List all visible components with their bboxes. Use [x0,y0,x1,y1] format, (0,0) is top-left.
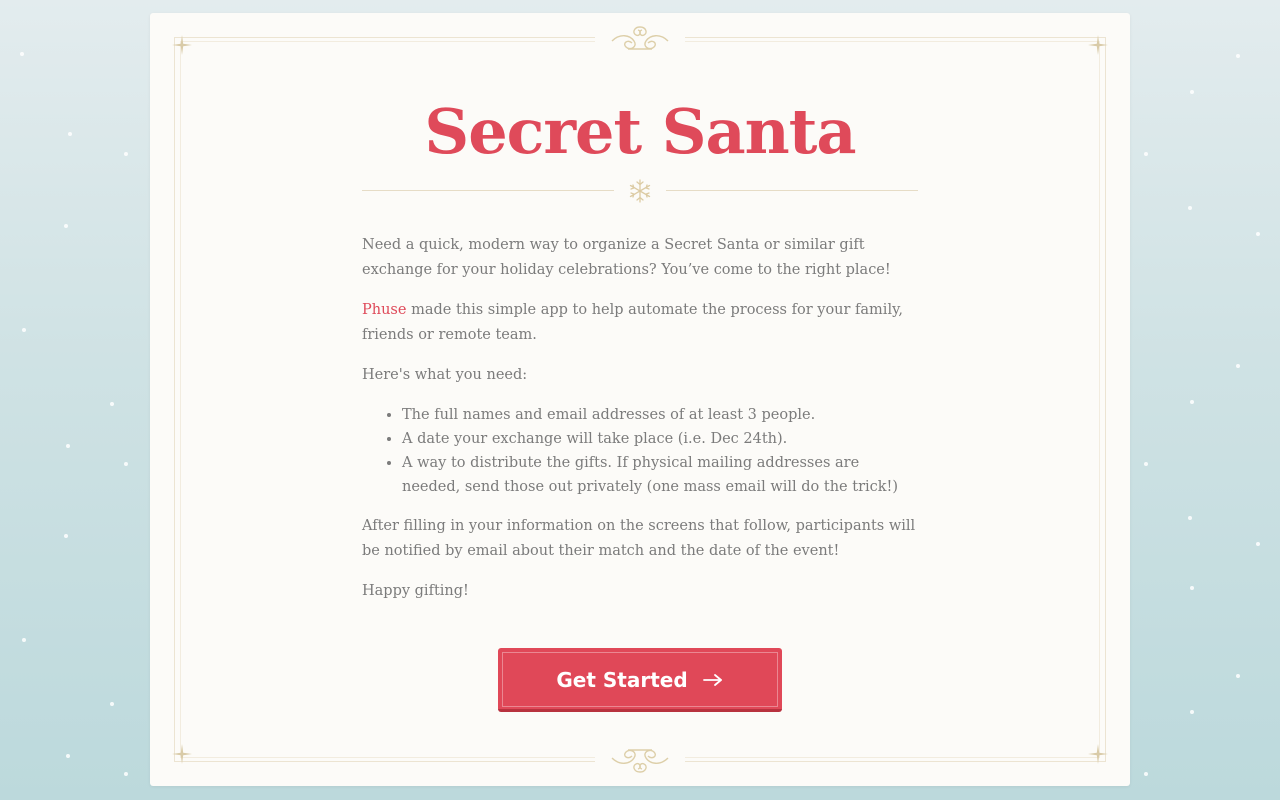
snow-dot [1256,542,1260,546]
snow-dot [124,152,128,156]
phuse-link[interactable]: Phuse [362,302,406,318]
snow-dot [1236,674,1240,678]
list-item: A date your exchange will take place (i.… [402,427,918,451]
star-corner-icon [172,744,192,764]
snowflake-icon [629,179,651,203]
intro-content: Need a quick, modern way to organize a S… [362,233,918,619]
snow-dot [1144,152,1148,156]
list-item: The full names and email addresses of at… [402,403,918,427]
snow-dot [66,754,70,758]
needs-heading: Here's what you need: [362,367,528,383]
snow-dot [1190,586,1194,590]
snow-dot [22,638,26,642]
snow-dot [22,328,26,332]
snow-dot [110,702,114,706]
snow-dot [124,462,128,466]
snow-dot [1236,364,1240,368]
sign-off: Happy gifting! [362,583,469,599]
snow-dot [68,132,72,136]
needs-list: The full names and email addresses of at… [362,403,918,499]
star-corner-icon [1088,744,1108,764]
snow-dot [1236,54,1240,58]
snow-dot [1190,90,1194,94]
snow-dot [110,402,114,406]
flourish-top-icon [595,19,685,57]
snow-dot [64,224,68,228]
phuse-paragraph: Phuse made this simple app to help autom… [362,298,918,348]
intro-card: Secret Santa Need a quick, modern way to… [150,13,1130,786]
snow-dot [20,52,24,56]
divider-line [362,190,614,191]
get-started-button[interactable]: Get Started [498,648,782,712]
intro-paragraph: Need a quick, modern way to organize a S… [362,237,891,278]
get-started-label: Get Started [556,667,688,692]
star-corner-icon [1088,35,1108,55]
flourish-bottom-icon [595,742,685,780]
list-item: A way to distribute the gifts. If physic… [402,451,918,499]
arrow-right-icon [702,673,722,686]
snow-dot [1190,710,1194,714]
snow-dot [1188,516,1192,520]
divider-line [666,190,918,191]
snow-dot [1188,206,1192,210]
snow-dot [1144,772,1148,776]
get-started-button-inner[interactable]: Get Started [502,652,778,707]
title-divider [362,178,918,204]
phuse-paragraph-text: made this simple app to help automate th… [362,302,903,343]
star-corner-icon [172,35,192,55]
snow-dot [1190,400,1194,404]
snow-dot [124,772,128,776]
page-title: Secret Santa [424,95,856,168]
snow-dot [1144,462,1148,466]
snow-dot [1256,232,1260,236]
snow-dot [66,444,70,448]
after-paragraph: After filling in your information on the… [362,518,916,559]
snow-dot [64,534,68,538]
